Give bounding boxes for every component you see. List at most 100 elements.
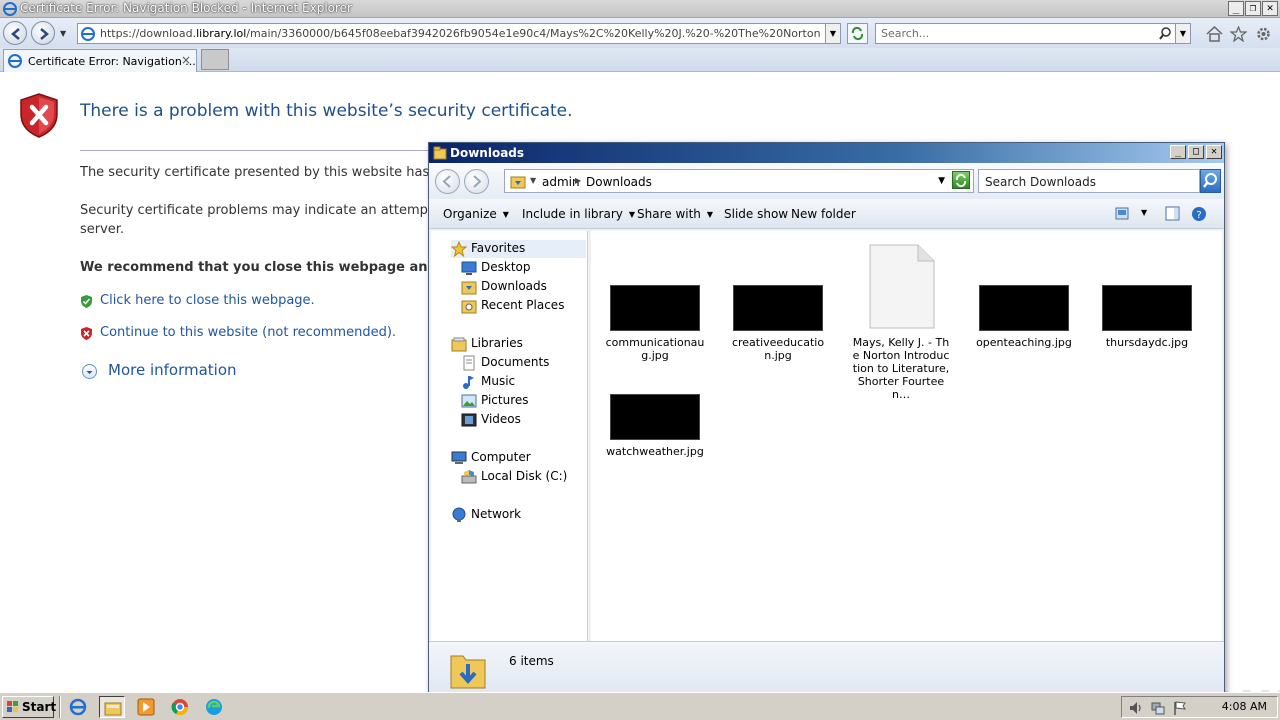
gear-icon[interactable] [1255, 26, 1272, 42]
refresh-button[interactable] [847, 23, 868, 44]
internet-explorer-icon [3, 2, 17, 16]
taskbar-edge[interactable] [201, 696, 227, 718]
favorites-star-icon[interactable] [1230, 26, 1247, 42]
back-button[interactable] [3, 21, 27, 45]
include-in-library-label: Include in library [522, 207, 623, 221]
share-with-label: Share with [637, 207, 701, 221]
chevron-down-icon: ▼ [706, 210, 714, 219]
search-icon[interactable] [1159, 27, 1172, 40]
file-list-pane: communicationaug.jpg creativeeducation.j… [591, 231, 1222, 641]
breadcrumb-downloads[interactable]: Downloads [586, 175, 652, 189]
image-thumbnail [1102, 285, 1192, 331]
nav-item-label: Computer [471, 450, 531, 464]
include-in-library-menu[interactable]: Include in library ▼ [522, 207, 635, 221]
green-shield-icon [81, 295, 92, 308]
tab-certificate-error[interactable]: Certificate Error: Navigation ... × [3, 49, 197, 72]
downloads-folder-icon [461, 281, 477, 295]
error-paragraph-2: Security certificate problems may indica… [80, 201, 442, 239]
nav-item-favorites[interactable]: Favorites [451, 240, 586, 258]
tab-close-icon[interactable]: × [181, 53, 191, 67]
search-box[interactable]: Search... ▼ [875, 23, 1191, 44]
volume-icon[interactable] [1128, 700, 1144, 716]
downloads-folder-large-icon [450, 655, 486, 689]
chevron-down-icon: ▼ [628, 210, 636, 219]
file-item[interactable]: thursdaydc.jpg [1097, 285, 1197, 355]
start-button[interactable]: Start [2, 696, 56, 718]
breadcrumb-admin[interactable]: admin [542, 175, 580, 189]
image-thumbnail [610, 285, 700, 331]
explorer-close-button[interactable]: ✕ [1206, 145, 1222, 159]
search-dropdown[interactable]: ▼ [1175, 24, 1190, 43]
explorer-command-bar: Organize ▼ Include in library ▼ Share with… [429, 199, 1224, 229]
taskbar-internet-explorer[interactable] [65, 696, 91, 718]
share-with-menu[interactable]: Share with ▼ [637, 207, 713, 221]
tab-label: Certificate Error: Navigation ... [28, 55, 196, 68]
taskbar: Start 4:08 AM [0, 692, 1280, 720]
svg-text:?: ? [1196, 210, 1201, 221]
forward-arrow-icon [40, 28, 49, 40]
address-dropdown-icon[interactable]: ▼ [938, 176, 945, 186]
page-icon [81, 27, 95, 41]
slide-show-button[interactable]: Slide show [724, 207, 788, 221]
new-folder-button[interactable]: New folder [791, 207, 856, 221]
file-item[interactable]: communicationaug.jpg [605, 285, 705, 362]
recent-pages-dropdown[interactable]: ▼ [60, 29, 66, 38]
close-button[interactable]: ✕ [1262, 1, 1278, 16]
help-icon[interactable]: ? [1191, 206, 1207, 222]
explorer-search-input[interactable]: Search Downloads [978, 169, 1200, 193]
explorer-refresh-button[interactable] [952, 171, 970, 189]
explorer-minimize-button[interactable]: _ [1170, 145, 1186, 159]
window-title: Certificate Error: Navigation Blocked - … [20, 1, 352, 15]
item-count: 6 items [509, 654, 554, 668]
organize-menu[interactable]: Organize ▼ [443, 207, 509, 221]
taskbar-windows-explorer[interactable] [99, 696, 125, 718]
downloads-explorer-window: Downloads _ □ ✕ ▼ admin ▶ Downloads ▼ Se… [428, 142, 1225, 693]
tab-ie-icon [8, 54, 22, 68]
recommendation-text: We recommend that you close this webpage… [80, 260, 460, 275]
nav-item-label: Recent Places [481, 298, 565, 312]
explorer-forward-button[interactable] [464, 169, 489, 194]
explorer-search-button[interactable] [1200, 169, 1221, 193]
explorer-maximize-button[interactable]: □ [1188, 145, 1204, 159]
explorer-address-bar[interactable]: ▼ admin ▶ Downloads ▼ [504, 169, 974, 193]
explorer-back-button[interactable] [435, 169, 460, 194]
change-view-icon[interactable] [1115, 207, 1129, 220]
breadcrumb-chevron-icon[interactable]: ▼ [530, 176, 536, 185]
address-bar[interactable]: https://download.library.lol/main/336000… [77, 23, 841, 44]
taskbar-separator [59, 696, 61, 718]
taskbar-media-player[interactable] [133, 696, 159, 718]
taskbar-chrome[interactable] [167, 696, 193, 718]
refresh-icon [955, 173, 967, 188]
network-status-icon[interactable] [1150, 700, 1166, 716]
view-options-dropdown-icon[interactable]: ▼ [1141, 208, 1147, 217]
file-name: communicationaug.jpg [605, 336, 705, 362]
nav-item-label: Network [471, 507, 522, 521]
new-tab-button[interactable] [201, 49, 229, 70]
forward-button[interactable] [31, 21, 55, 45]
file-item[interactable]: watchweather.jpg [605, 394, 705, 464]
videos-icon [461, 413, 477, 427]
search-placeholder: Search... [881, 27, 930, 40]
home-icon[interactable] [1206, 26, 1223, 42]
minimize-button[interactable]: _ [1228, 1, 1244, 16]
image-thumbnail [979, 285, 1069, 331]
documents-icon [463, 355, 475, 371]
address-dropdown[interactable]: ▼ [825, 24, 840, 43]
action-center-flag-icon[interactable] [1172, 700, 1188, 716]
nav-item-label: Music [481, 374, 516, 388]
network-icon [452, 507, 466, 522]
clock: 4:08 AM [1221, 700, 1267, 713]
breadcrumb-chevron-icon[interactable]: ▶ [575, 176, 581, 185]
file-item[interactable]: openteaching.jpg [974, 285, 1074, 355]
preview-pane-icon[interactable] [1165, 206, 1180, 221]
folder-icon [433, 146, 447, 160]
file-item[interactable]: creativeeducation.jpg [728, 285, 828, 362]
search-icon [1203, 173, 1217, 188]
explorer-title: Downloads [450, 146, 525, 160]
music-note-icon [463, 376, 474, 389]
file-item[interactable]: Mays, Kelly J. - The Norton Introduction… [851, 244, 951, 401]
restore-button[interactable]: ❐ [1245, 1, 1261, 16]
details-pane: 6 items [429, 641, 1224, 692]
nav-item-label: Videos [481, 412, 521, 426]
error-shield-icon [20, 93, 58, 138]
